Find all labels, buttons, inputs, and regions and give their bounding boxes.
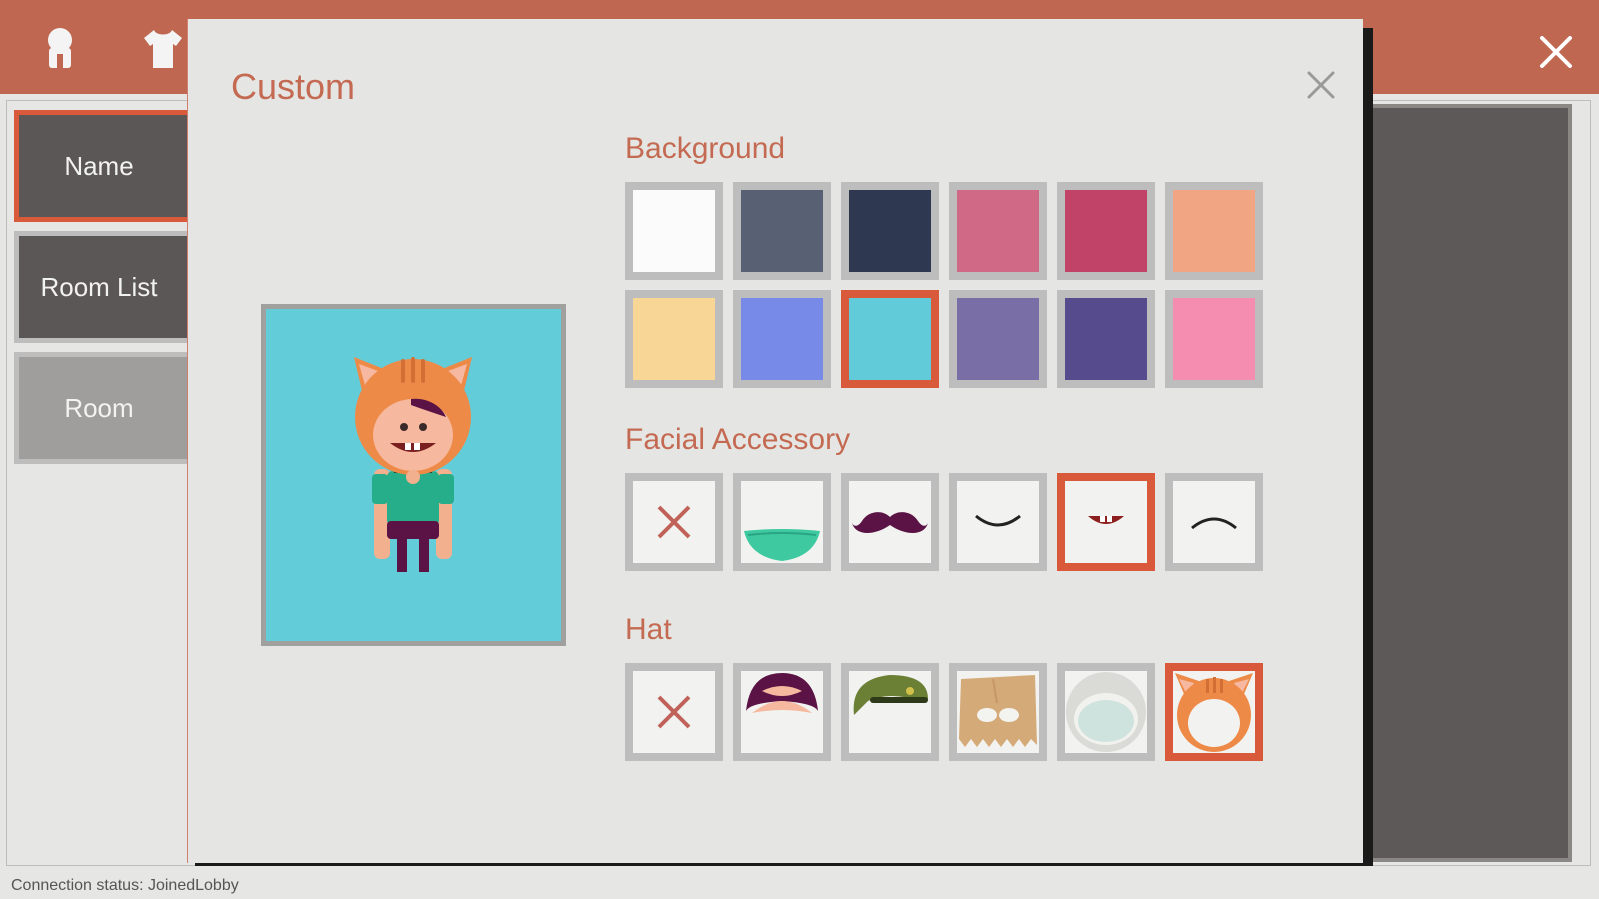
- hat-cat-hood[interactable]: [1165, 663, 1263, 761]
- background-option-rose[interactable]: [1165, 290, 1263, 388]
- frown-icon: [1191, 517, 1237, 530]
- facial-accessory-buck-teeth[interactable]: [1057, 473, 1155, 571]
- hair-icon: [746, 673, 818, 713]
- cat-hood-icon: [1175, 673, 1253, 752]
- avatar-icon[interactable]: [40, 26, 80, 70]
- custom-dialog: Custom Background Facial Accessory Hat: [187, 19, 1363, 863]
- shirt-icon[interactable]: [140, 26, 186, 70]
- hat-helmet[interactable]: [1057, 663, 1155, 761]
- background-option-navy[interactable]: [841, 182, 939, 280]
- background-option-indigo[interactable]: [1057, 290, 1155, 388]
- background-option-lavender[interactable]: [949, 290, 1047, 388]
- background-option-white[interactable]: [625, 182, 723, 280]
- close-icon[interactable]: [1536, 32, 1576, 72]
- background-option-slate[interactable]: [733, 182, 831, 280]
- facial-accessory-none[interactable]: [625, 473, 723, 571]
- modal-title: Custom: [231, 66, 356, 107]
- beret-icon: [853, 675, 928, 715]
- close-icon[interactable]: [1303, 67, 1339, 103]
- avatar-preview: [261, 304, 566, 646]
- facial-accessory-smile[interactable]: [949, 473, 1047, 571]
- helmet-icon: [1066, 672, 1146, 752]
- hat-beret[interactable]: [841, 663, 939, 761]
- hat-paper-bag[interactable]: [949, 663, 1047, 761]
- hat-none[interactable]: [625, 663, 723, 761]
- sidebar-item-room-list[interactable]: Room List: [14, 231, 214, 343]
- facial-accessory-teal-mask[interactable]: [733, 473, 831, 571]
- paper-bag-icon: [959, 675, 1037, 747]
- teal-mask-icon: [744, 529, 820, 561]
- sidebar-item-label: Room: [64, 392, 134, 423]
- buck-teeth-icon: [1088, 516, 1124, 524]
- character-figure: [354, 357, 472, 572]
- background-section-title: Background: [625, 132, 786, 165]
- facial-accessory-mustache[interactable]: [841, 473, 939, 571]
- none-x-icon: [657, 695, 691, 729]
- connection-status: Connection status: JoinedLobby: [11, 877, 239, 894]
- facial-accessory-section-title: Facial Accessory: [625, 423, 851, 456]
- sidebar-item-name[interactable]: Name: [14, 110, 214, 222]
- background-option-cyan[interactable]: [841, 290, 939, 388]
- facial-accessory-frown[interactable]: [1165, 473, 1263, 571]
- background-option-periwinkle[interactable]: [733, 290, 831, 388]
- hat-section-title: Hat: [625, 613, 672, 646]
- mustache-icon: [852, 512, 928, 533]
- right-panel: [1360, 104, 1572, 862]
- background-option-pink[interactable]: [949, 182, 1047, 280]
- background-option-crimson[interactable]: [1057, 182, 1155, 280]
- background-option-yellow[interactable]: [625, 290, 723, 388]
- none-x-icon: [657, 505, 691, 539]
- sidebar-item-label: Name: [64, 150, 134, 181]
- background-option-peach[interactable]: [1165, 182, 1263, 280]
- smile-icon: [975, 514, 1021, 527]
- sidebar-item-label: Room List: [40, 271, 158, 302]
- sidebar-item-room[interactable]: Room: [14, 352, 214, 464]
- hat-hair[interactable]: [733, 663, 831, 761]
